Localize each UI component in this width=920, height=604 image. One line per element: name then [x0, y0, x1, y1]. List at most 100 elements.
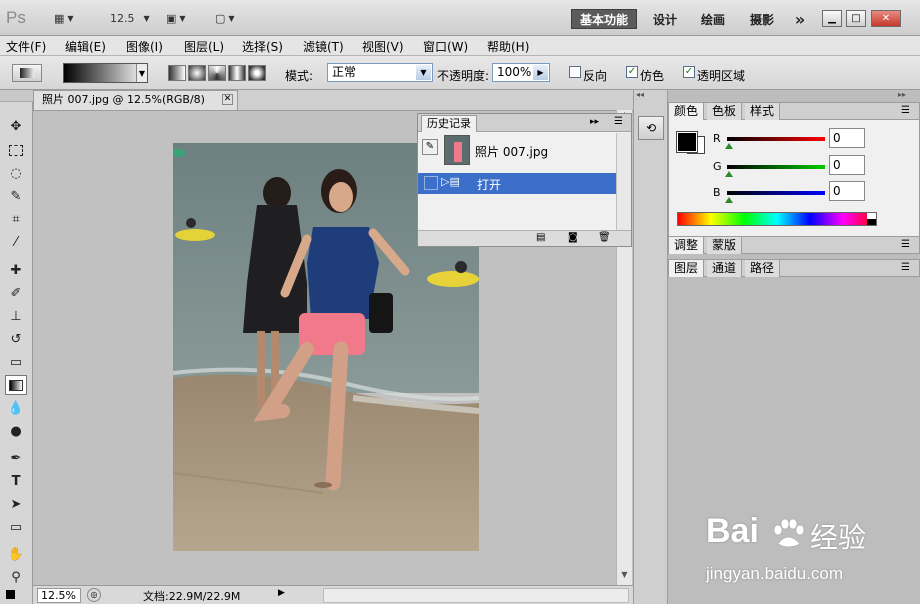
view-extras-button[interactable]: ▦ ▼ — [54, 9, 74, 27]
blue-slider-thumb[interactable] — [725, 197, 733, 203]
spectrum-black-chip[interactable] — [867, 219, 876, 225]
green-slider[interactable] — [727, 165, 825, 169]
gradient-picker-button[interactable]: ▼ — [136, 64, 147, 82]
opacity-field[interactable]: 100% ▶ — [492, 63, 550, 82]
toolbar-foreground-swatch[interactable] — [6, 590, 15, 599]
healing-brush-tool-icon[interactable]: ✚ — [5, 260, 27, 280]
menu-image[interactable]: 图像(I) — [126, 38, 163, 55]
menu-edit[interactable]: 编辑(E) — [65, 38, 106, 55]
menu-filter[interactable]: 滤镜(T) — [303, 38, 344, 55]
reverse-checkbox[interactable] — [569, 66, 581, 78]
tools-panel-grip[interactable] — [0, 90, 33, 102]
delete-state-icon[interactable]: 🗑 — [598, 232, 611, 243]
close-document-icon[interactable]: ✕ — [222, 94, 233, 105]
status-menu-arrow-icon[interactable]: ▶ — [278, 588, 285, 598]
status-info-icon[interactable]: ◎ — [87, 588, 101, 602]
crop-tool-icon[interactable]: ⌗ — [5, 209, 27, 229]
tab-paths[interactable]: 路径 — [745, 260, 781, 277]
tool-preset-picker[interactable] — [12, 64, 42, 82]
gradient-tool-icon[interactable] — [5, 375, 27, 395]
menu-window[interactable]: 窗口(W) — [423, 38, 468, 55]
history-brush-tool-icon[interactable]: ↺ — [5, 329, 27, 349]
panel-menu-icon[interactable]: ☰ — [901, 239, 910, 250]
pen-tool-icon[interactable]: ✒ — [5, 448, 27, 468]
tab-layers[interactable]: 图层 — [669, 260, 705, 277]
scroll-down-icon[interactable]: ▼ — [618, 570, 631, 584]
brush-tool-icon[interactable]: ✐ — [5, 283, 27, 303]
more-workspaces-button[interactable]: » — [788, 9, 812, 29]
shape-tool-icon[interactable]: ▭ — [5, 517, 27, 537]
history-panel-icon[interactable]: ⟲ — [638, 116, 664, 140]
minimize-button[interactable]: ▁ — [822, 10, 842, 27]
path-selection-tool-icon[interactable]: ➤ — [5, 494, 27, 514]
clone-stamp-tool-icon[interactable]: ⊥ — [5, 306, 27, 326]
document-tab[interactable]: 照片 007.jpg @ 12.5%(RGB/8) ✕ — [33, 90, 238, 110]
arrange-documents-button[interactable]: ▣ ▼ — [166, 9, 186, 27]
tab-adjustments[interactable]: 调整 — [669, 237, 705, 254]
tab-channels[interactable]: 通道 — [707, 260, 743, 277]
dither-checkbox[interactable]: ✓ — [626, 66, 638, 78]
workspace-essentials[interactable]: 基本功能 — [571, 9, 637, 29]
angle-gradient-button[interactable] — [208, 65, 226, 81]
lasso-tool-icon[interactable]: ◌ — [5, 163, 27, 183]
tab-color[interactable]: 颜色 — [669, 103, 705, 120]
red-slider[interactable] — [727, 137, 825, 141]
red-value-field[interactable]: 0 — [829, 128, 865, 148]
tab-swatches[interactable]: 色板 — [707, 103, 743, 120]
panel-menu-icon[interactable]: ☰ — [614, 116, 623, 127]
new-document-from-state-icon[interactable]: ▤ — [536, 232, 545, 243]
foreground-color-swatch[interactable] — [676, 131, 698, 153]
reflected-gradient-button[interactable] — [228, 65, 246, 81]
history-state-checkbox[interactable] — [424, 176, 438, 190]
hand-tool-icon[interactable]: ✋ — [5, 544, 27, 564]
screen-mode-button[interactable]: ▢ ▼ — [215, 9, 235, 27]
eraser-tool-icon[interactable]: ▭ — [5, 352, 27, 372]
collapse-panel-icon[interactable]: ▸▸ — [590, 117, 599, 127]
menu-file[interactable]: 文件(F) — [6, 38, 46, 55]
panel-menu-icon[interactable]: ☰ — [901, 262, 910, 273]
history-tab[interactable]: 历史记录 — [421, 115, 477, 132]
blend-mode-value: 正常 — [332, 65, 357, 79]
menu-select[interactable]: 选择(S) — [242, 38, 283, 55]
menu-layer[interactable]: 图层(L) — [184, 38, 224, 55]
close-button[interactable]: ✕ — [871, 10, 901, 27]
menu-help[interactable]: 帮助(H) — [487, 38, 529, 55]
green-slider-thumb[interactable] — [725, 171, 733, 177]
tab-styles[interactable]: 样式 — [745, 103, 781, 120]
workspace-design[interactable]: 设计 — [646, 9, 684, 29]
radial-gradient-button[interactable] — [188, 65, 206, 81]
expand-dock-icon[interactable]: ◂◂ — [636, 90, 666, 100]
zoom-tool-icon[interactable]: ⚲ — [5, 567, 27, 587]
linear-gradient-button[interactable] — [168, 65, 186, 81]
history-scrollbar[interactable] — [616, 133, 631, 230]
transparency-checkbox[interactable]: ✓ — [683, 66, 695, 78]
status-zoom-field[interactable]: 12.5% — [37, 588, 81, 603]
panel-menu-icon[interactable]: ☰ — [901, 105, 910, 116]
blue-slider[interactable] — [727, 191, 825, 195]
color-spectrum-bar[interactable] — [677, 212, 877, 226]
blue-value-field[interactable]: 0 — [829, 181, 865, 201]
maximize-button[interactable]: □ — [846, 10, 866, 27]
zoom-level-dropdown[interactable]: 12.5 ▼ — [110, 9, 150, 27]
menu-view[interactable]: 视图(V) — [362, 38, 404, 55]
tab-masks[interactable]: 蒙版 — [707, 237, 743, 254]
new-snapshot-icon[interactable]: ◙ — [568, 232, 578, 243]
blur-tool-icon[interactable]: 💧 — [5, 398, 27, 418]
horizontal-scrollbar[interactable] — [323, 588, 629, 603]
collapse-dock-icon[interactable]: ▸▸ — [898, 90, 906, 99]
move-tool-icon[interactable]: ✥ — [5, 116, 27, 136]
diamond-gradient-button[interactable] — [248, 65, 266, 81]
history-brush-source-icon[interactable]: ✎ — [422, 139, 438, 155]
history-state-row[interactable]: ▷▤ 打开 — [418, 173, 616, 194]
type-tool-icon[interactable]: T — [5, 471, 27, 491]
workspace-photography[interactable]: 摄影 — [743, 9, 781, 29]
marquee-tool-icon[interactable] — [5, 140, 27, 160]
snapshot-name[interactable]: 照片 007.jpg — [475, 143, 548, 160]
workspace-painting[interactable]: 绘画 — [694, 9, 732, 29]
quick-selection-tool-icon[interactable]: ✎ — [5, 186, 27, 206]
green-value-field[interactable]: 0 — [829, 155, 865, 175]
blend-mode-select[interactable]: 正常 ▼ — [327, 63, 433, 82]
red-slider-thumb[interactable] — [725, 143, 733, 149]
eyedropper-tool-icon[interactable]: ⁄ — [5, 232, 27, 252]
dodge-tool-icon[interactable]: ● — [5, 421, 27, 441]
